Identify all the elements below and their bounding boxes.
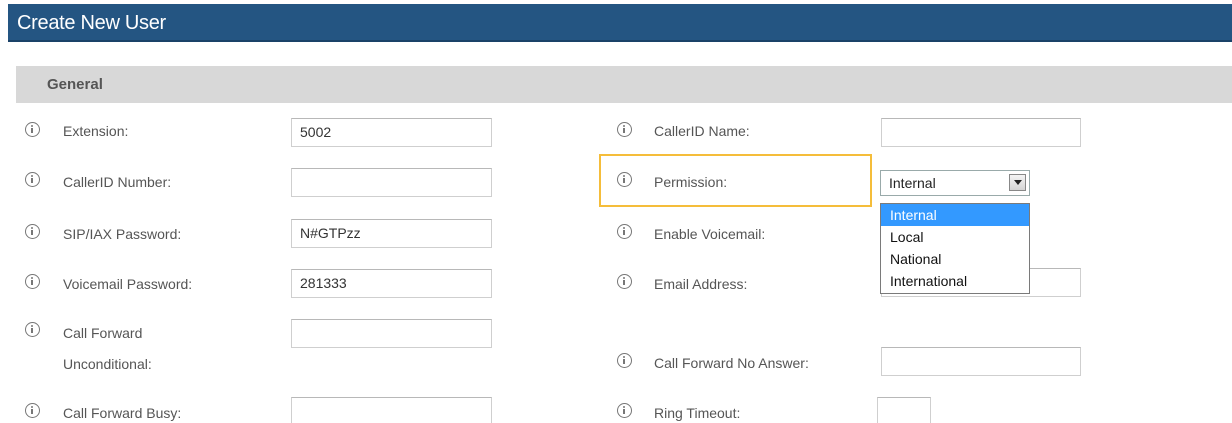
permission-select[interactable]: Internal	[880, 170, 1030, 196]
page-header: Create New User	[8, 4, 1232, 42]
call-forward-unconditional-input[interactable]	[291, 319, 492, 348]
call-forward-busy-label: Call Forward Busy:	[63, 405, 182, 421]
voicemail-password-input[interactable]: 281333	[291, 269, 492, 298]
info-icon[interactable]	[617, 122, 632, 137]
call-forward-no-answer-input[interactable]	[881, 347, 1081, 376]
info-icon[interactable]	[25, 403, 40, 418]
permission-dropdown-list[interactable]: Internal Local National International	[880, 203, 1030, 294]
info-icon[interactable]	[617, 403, 632, 418]
extension-input[interactable]: 5002	[291, 118, 492, 147]
call-forward-no-answer-label: Call Forward No Answer:	[654, 355, 809, 371]
call-forward-unconditional-label-line1: Call Forward	[63, 325, 143, 341]
chevron-down-icon[interactable]	[1009, 174, 1026, 191]
callerid-number-input[interactable]	[291, 168, 492, 197]
callerid-name-label: CallerID Name:	[654, 123, 750, 139]
dropdown-option-local[interactable]: Local	[881, 226, 1029, 248]
callerid-name-input[interactable]	[881, 118, 1081, 147]
dropdown-option-international[interactable]: International	[881, 270, 1029, 292]
dropdown-option-internal[interactable]: Internal	[881, 204, 1029, 226]
call-forward-busy-input[interactable]	[291, 397, 492, 423]
info-icon[interactable]	[617, 274, 632, 289]
section-title: General	[47, 76, 103, 93]
section-header-general: General	[16, 66, 1232, 103]
ring-timeout-input[interactable]	[877, 397, 931, 423]
info-icon[interactable]	[25, 122, 40, 137]
info-icon[interactable]	[25, 322, 40, 337]
voicemail-password-label: Voicemail Password:	[63, 276, 193, 292]
page-title: Create New User	[17, 12, 166, 34]
info-icon[interactable]	[25, 172, 40, 187]
info-icon[interactable]	[617, 172, 632, 187]
permission-label: Permission:	[654, 174, 728, 190]
callerid-number-label: CallerID Number:	[63, 174, 172, 190]
info-icon[interactable]	[617, 224, 632, 239]
call-forward-unconditional-label-line2: Unconditional:	[63, 356, 152, 372]
email-address-label: Email Address:	[654, 276, 748, 292]
dropdown-option-national[interactable]: National	[881, 248, 1029, 270]
ring-timeout-label: Ring Timeout:	[654, 405, 741, 421]
permission-selected-value: Internal	[889, 175, 936, 191]
enable-voicemail-label: Enable Voicemail:	[654, 226, 766, 242]
permission-highlight	[599, 154, 872, 207]
info-icon[interactable]	[25, 274, 40, 289]
sip-iax-password-label: SIP/IAX Password:	[63, 226, 182, 242]
sip-iax-password-input[interactable]: N#GTPzz	[291, 219, 492, 248]
info-icon[interactable]	[25, 224, 40, 239]
info-icon[interactable]	[617, 353, 632, 368]
extension-label: Extension:	[63, 123, 129, 139]
